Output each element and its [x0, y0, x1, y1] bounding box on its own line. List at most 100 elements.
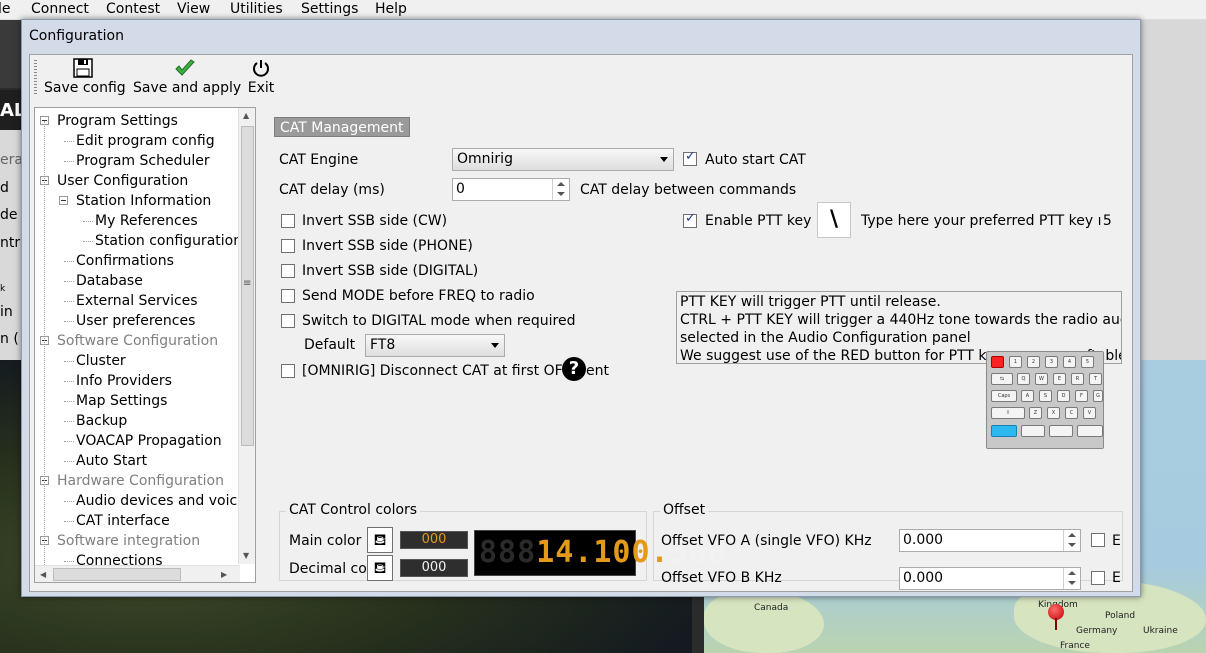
- menu-utilities[interactable]: Utilities: [230, 1, 283, 17]
- default-mode-select[interactable]: FT8: [365, 334, 505, 357]
- keyboard-key: W: [1035, 373, 1048, 385]
- send-mode-checkbox[interactable]: [281, 289, 295, 303]
- tree-item[interactable]: Confirmations: [35, 251, 239, 271]
- offset-vfo-b-spinbox[interactable]: 0.000: [899, 567, 1081, 590]
- default-mode-value: FT8: [370, 337, 396, 353]
- cat-engine-select[interactable]: Omnirig: [452, 148, 674, 171]
- tree-item[interactable]: Backup: [35, 411, 239, 431]
- enable-ptt-key-checkbox[interactable]: [683, 211, 697, 228]
- tree-item-label: Confirmations: [76, 253, 174, 269]
- invert-ssb-cw-checkbox[interactable]: [281, 214, 295, 228]
- tree-collapse-icon[interactable]: [59, 196, 68, 205]
- ptt-info-line: CTRL + PTT KEY will trigger a 440Hz tone…: [680, 312, 1122, 328]
- tree-connector: [64, 161, 74, 162]
- tree-horizontal-scrollbar[interactable]: ◀ ▶: [35, 565, 240, 582]
- map-label-poland: Poland: [1105, 611, 1136, 621]
- tree-item[interactable]: Map Settings: [35, 391, 239, 411]
- spin-down-icon[interactable]: [1068, 543, 1076, 547]
- save-config-button[interactable]: Save config: [44, 57, 126, 99]
- cat-delay-spinbox[interactable]: 0: [452, 178, 570, 201]
- default-mode-label: Default: [304, 337, 356, 353]
- save-and-apply-button[interactable]: Save and apply: [133, 57, 241, 99]
- keyboard-key: V: [1083, 407, 1096, 419]
- tree-item[interactable]: External Services: [35, 291, 239, 311]
- ptt-key-input[interactable]: \: [817, 202, 851, 238]
- bg-fragment: de: [0, 207, 18, 223]
- tree-item[interactable]: Program Scheduler: [35, 151, 239, 171]
- tree-item[interactable]: Edit program config: [35, 131, 239, 151]
- floppy-disk-icon: [44, 57, 122, 79]
- toolbar-grip[interactable]: [34, 60, 37, 96]
- tree-item[interactable]: My References: [35, 211, 239, 231]
- spin-up-icon[interactable]: [1068, 533, 1076, 537]
- tree-hscroll-thumb[interactable]: [53, 568, 181, 581]
- keyboard-key: A: [1021, 390, 1034, 402]
- offset-vfo-b-checkbox[interactable]: [1091, 571, 1105, 585]
- tree-vertical-scrollbar[interactable]: ▲ ≡ ▼: [238, 108, 255, 564]
- tree-item[interactable]: VOACAP Propagation: [35, 431, 239, 451]
- tree-connector: [64, 301, 74, 302]
- menu-settings[interactable]: Settings: [301, 1, 358, 17]
- tree-item[interactable]: Info Providers: [35, 371, 239, 391]
- offset-vfo-a-value: 0.000: [903, 532, 944, 548]
- menu-view[interactable]: View: [177, 1, 210, 17]
- tree-item[interactable]: Hardware Configuration: [35, 471, 239, 491]
- switch-digital-label: Switch to DIGITAL mode when required: [302, 313, 576, 329]
- menu-contest[interactable]: Contest: [106, 1, 160, 17]
- tree-item[interactable]: Software integration: [35, 531, 239, 551]
- tree-item[interactable]: Cluster: [35, 351, 239, 371]
- tree-item[interactable]: Software Configuration: [35, 331, 239, 351]
- tree-item[interactable]: Station configuration: [35, 231, 243, 251]
- scroll-up-icon[interactable]: ▲: [243, 111, 249, 120]
- tree-item[interactable]: Auto Start: [35, 451, 239, 471]
- decimal-color-picker-button[interactable]: ⛾: [367, 555, 393, 581]
- tree-item[interactable]: CAT interface: [35, 511, 239, 531]
- tree-item-label: Software integration: [57, 533, 201, 549]
- tree-item[interactable]: Program Settings: [35, 111, 239, 131]
- main-color-picker-button[interactable]: ⛾: [367, 527, 393, 553]
- exit-label: Exit: [247, 80, 275, 96]
- spin-up-icon[interactable]: [1068, 571, 1076, 575]
- invert-ssb-phone-checkbox[interactable]: [281, 239, 295, 253]
- tree-item-label: CAT interface: [76, 513, 170, 529]
- tree-connector: [64, 261, 74, 262]
- spin-buttons[interactable]: [1063, 530, 1080, 551]
- tree-item[interactable]: Audio devices and voice: [35, 491, 246, 511]
- invert-ssb-digital-checkbox[interactable]: [281, 264, 295, 278]
- tree-connector: [83, 241, 93, 242]
- tree-item[interactable]: User Configuration: [35, 171, 239, 191]
- tree-item[interactable]: Database: [35, 271, 239, 291]
- settings-tree[interactable]: Program Settings Edit program config Progr…: [34, 107, 256, 583]
- offset-vfo-a-checkbox-label: E: [1112, 533, 1121, 549]
- ptt-key-hint: Type here your preferred PTT key ı 5: [861, 213, 1112, 229]
- exit-button[interactable]: Exit: [244, 57, 278, 99]
- tree-item-label: Station configuration: [95, 233, 243, 249]
- tree-item[interactable]: Station Information: [35, 191, 239, 211]
- spin-buttons[interactable]: [1063, 568, 1080, 589]
- tree-connector: [64, 561, 74, 562]
- omnirig-disconnect-checkbox[interactable]: [281, 364, 295, 378]
- scroll-left-icon[interactable]: ◀: [40, 570, 46, 579]
- spin-down-icon[interactable]: [557, 192, 565, 196]
- menu-help[interactable]: Help: [375, 1, 407, 17]
- omnirig-disconnect-label: [OMNIRIG] Disconnect CAT at first OFF: [302, 363, 571, 379]
- spin-down-icon[interactable]: [1068, 581, 1076, 585]
- offset-vfo-a-checkbox[interactable]: [1091, 533, 1105, 547]
- scroll-down-icon[interactable]: ▼: [243, 551, 249, 560]
- tree-item[interactable]: User preferences: [35, 311, 239, 331]
- tree-item-label: Software Configuration: [57, 333, 219, 349]
- spin-up-icon[interactable]: [557, 182, 565, 186]
- scroll-right-icon[interactable]: ▶: [221, 570, 227, 579]
- decimal-color-value: 000: [400, 559, 468, 577]
- auto-start-cat-checkbox[interactable]: [683, 149, 697, 166]
- tree-connector: [64, 461, 74, 462]
- switch-digital-checkbox[interactable]: [281, 314, 295, 328]
- tree-guide-line: [44, 121, 45, 571]
- tree-item-label: External Services: [76, 293, 198, 309]
- menu-file[interactable]: le: [0, 1, 11, 17]
- menu-connect[interactable]: Connect: [31, 1, 89, 17]
- bg-fragment: n (: [0, 331, 19, 347]
- spin-buttons[interactable]: [552, 179, 569, 200]
- section-title: CAT Management: [274, 117, 410, 137]
- offset-vfo-a-spinbox[interactable]: 0.000: [899, 529, 1081, 552]
